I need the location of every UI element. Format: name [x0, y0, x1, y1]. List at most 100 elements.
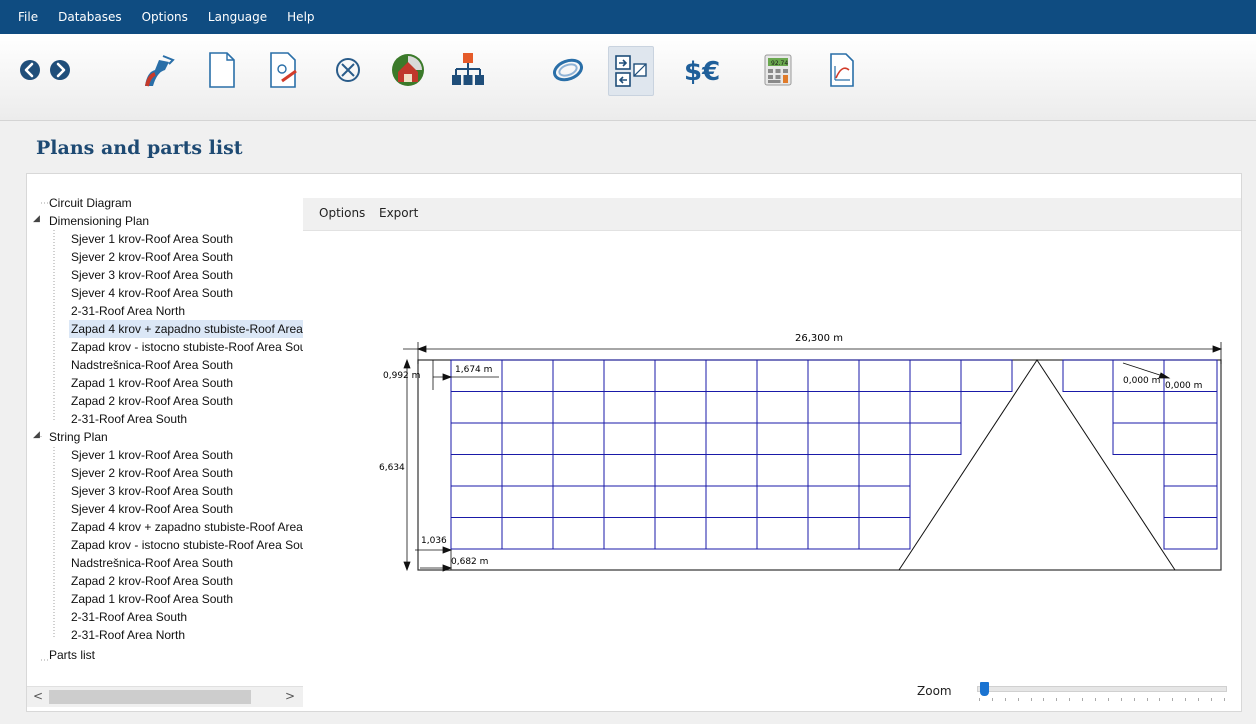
zoom-slider-thumb[interactable]	[979, 682, 989, 696]
pv-module	[603, 454, 656, 487]
tree-group-item[interactable]: Circuit Diagram	[49, 194, 132, 212]
edit-document-icon[interactable]	[262, 46, 306, 94]
pv-module	[1062, 359, 1114, 392]
expand-triangle-icon[interactable]: ◢	[33, 430, 40, 440]
pv-module	[756, 359, 809, 392]
tree-item[interactable]: 2-31-Roof Area South	[71, 608, 187, 626]
pv-module	[705, 359, 758, 392]
menu-language[interactable]: Language	[208, 10, 267, 24]
plans-parts-icon[interactable]	[608, 46, 654, 96]
3d-house-icon[interactable]	[386, 46, 430, 94]
tree-item[interactable]: 2-31-Roof Area North	[71, 302, 185, 320]
tree-group-item[interactable]: Dimensioning Plan	[49, 212, 149, 230]
main-panel: Circuit Diagram Dimensioning Plan ◢ Sjever …	[26, 173, 1242, 712]
pv-module	[552, 422, 605, 455]
pv-module	[705, 422, 758, 455]
pv-module	[654, 422, 707, 455]
pv-module	[858, 391, 911, 424]
dim-right-b-label: 0,000 m	[1165, 381, 1202, 391]
pv-module	[807, 454, 860, 487]
menu-options[interactable]: Options	[142, 10, 188, 24]
forward-arrow-icon[interactable]	[44, 46, 76, 94]
pv-module	[450, 422, 503, 455]
page-title: Plans and parts list	[36, 137, 243, 159]
scroll-left-arrow[interactable]: <	[33, 689, 43, 703]
tree-item[interactable]: Sjever 4 krov-Roof Area South	[71, 284, 233, 302]
dim-top-margin-label: 0,992 m	[383, 371, 420, 381]
tree-item[interactable]: Sjever 2 krov-Roof Area South	[71, 464, 233, 482]
pv-module	[603, 391, 656, 424]
tree-group-item[interactable]: String Plan	[49, 428, 108, 446]
zoom-slider-ticks	[979, 698, 1225, 702]
pv-module	[807, 422, 860, 455]
tree-item[interactable]: Zapad 4 krov + zapadno stubiste-Roof Are…	[71, 518, 303, 536]
dimensioning-plan-drawing: 26,300 m 0,992 m 1,674 m 6,634 1,036 0,6…	[379, 333, 1223, 572]
tree-item[interactable]: 2-31-Roof Area North	[71, 626, 185, 644]
cancel-circle-icon[interactable]	[326, 46, 370, 94]
new-document-icon[interactable]	[200, 46, 244, 94]
tree-item[interactable]: Zapad 4 krov + zapadno stubiste-Roof Are…	[69, 320, 303, 338]
plan-viewer: Options Export 26,300 m 0,992 m 1,674 m …	[303, 174, 1241, 711]
dim-width-label: 26,300 m	[795, 333, 843, 344]
tree-item[interactable]: Sjever 1 krov-Roof Area South	[71, 446, 233, 464]
tree-group-item[interactable]: Parts list	[49, 646, 95, 664]
tree-item[interactable]: Sjever 3 krov-Roof Area South	[71, 482, 233, 500]
tree-item[interactable]: Sjever 3 krov-Roof Area South	[71, 266, 233, 284]
calculator-icon[interactable]: 92.74	[756, 46, 800, 94]
currency-icon[interactable]: $€	[680, 46, 732, 94]
dim-module-width-label: 1,674 m	[455, 365, 492, 375]
pv-module	[501, 485, 554, 518]
project-data-icon[interactable]	[136, 46, 180, 94]
pv-module	[705, 517, 758, 550]
pv-module	[909, 422, 962, 455]
pv-module	[654, 517, 707, 550]
pv-module	[1112, 391, 1165, 424]
pv-module	[552, 517, 605, 550]
pv-module	[858, 422, 911, 455]
scroll-thumb[interactable]	[49, 690, 251, 704]
scroll-right-arrow[interactable]: >	[285, 689, 295, 703]
pv-module	[807, 485, 860, 518]
circuit-tree-icon[interactable]	[446, 46, 490, 94]
tree-item[interactable]: Zapad 1 krov-Roof Area South	[71, 590, 233, 608]
report-graph-icon[interactable]	[820, 46, 864, 94]
pv-module	[603, 359, 656, 392]
tree-item[interactable]: Sjever 2 krov-Roof Area South	[71, 248, 233, 266]
menu-help[interactable]: Help	[287, 10, 314, 24]
tree-item[interactable]: Zapad 2 krov-Roof Area South	[71, 392, 233, 410]
tree-item[interactable]: Nadstrešnica-Roof Area South	[71, 356, 233, 374]
plan-menu-options[interactable]: Options	[319, 206, 365, 220]
pv-module	[654, 485, 707, 518]
cable-ring-icon[interactable]	[546, 46, 590, 94]
pv-module	[756, 454, 809, 487]
pv-module	[1163, 391, 1218, 424]
tree-item[interactable]: 2-31-Roof Area South	[71, 410, 187, 428]
pv-module	[807, 517, 860, 550]
pv-module	[858, 359, 911, 392]
back-arrow-icon[interactable]	[14, 46, 46, 94]
pv-module	[603, 422, 656, 455]
zoom-slider-track[interactable]	[977, 686, 1227, 692]
pv-module	[501, 454, 554, 487]
tree-item[interactable]: Zapad 1 krov-Roof Area South	[71, 374, 233, 392]
menu-file[interactable]: File	[18, 10, 38, 24]
pv-module	[552, 359, 605, 392]
tree-horizontal-scrollbar[interactable]: < >	[27, 686, 303, 707]
tree-item[interactable]: Zapad krov - istocno stubiste-Roof Area …	[71, 536, 303, 554]
menu-databases[interactable]: Databases	[58, 10, 122, 24]
tree-item[interactable]: Nadstrešnica-Roof Area South	[71, 554, 233, 572]
plan-menu-export[interactable]: Export	[379, 206, 418, 220]
tree-item[interactable]: Zapad krov - istocno stubiste-Roof Area …	[71, 338, 303, 356]
zoom-label: Zoom	[917, 684, 952, 698]
tree-item[interactable]: Zapad 2 krov-Roof Area South	[71, 572, 233, 590]
dim-bottom-margin-label: 1,036	[421, 536, 447, 546]
pv-module	[501, 359, 554, 392]
pv-module	[501, 422, 554, 455]
pv-module	[960, 359, 1013, 392]
dim-left-margin-label: 0,682 m	[451, 557, 488, 567]
expand-triangle-icon[interactable]: ◢	[33, 214, 40, 224]
pv-module	[603, 485, 656, 518]
tree-item[interactable]: Sjever 1 krov-Roof Area South	[71, 230, 233, 248]
pv-module	[858, 454, 911, 487]
tree-item[interactable]: Sjever 4 krov-Roof Area South	[71, 500, 233, 518]
